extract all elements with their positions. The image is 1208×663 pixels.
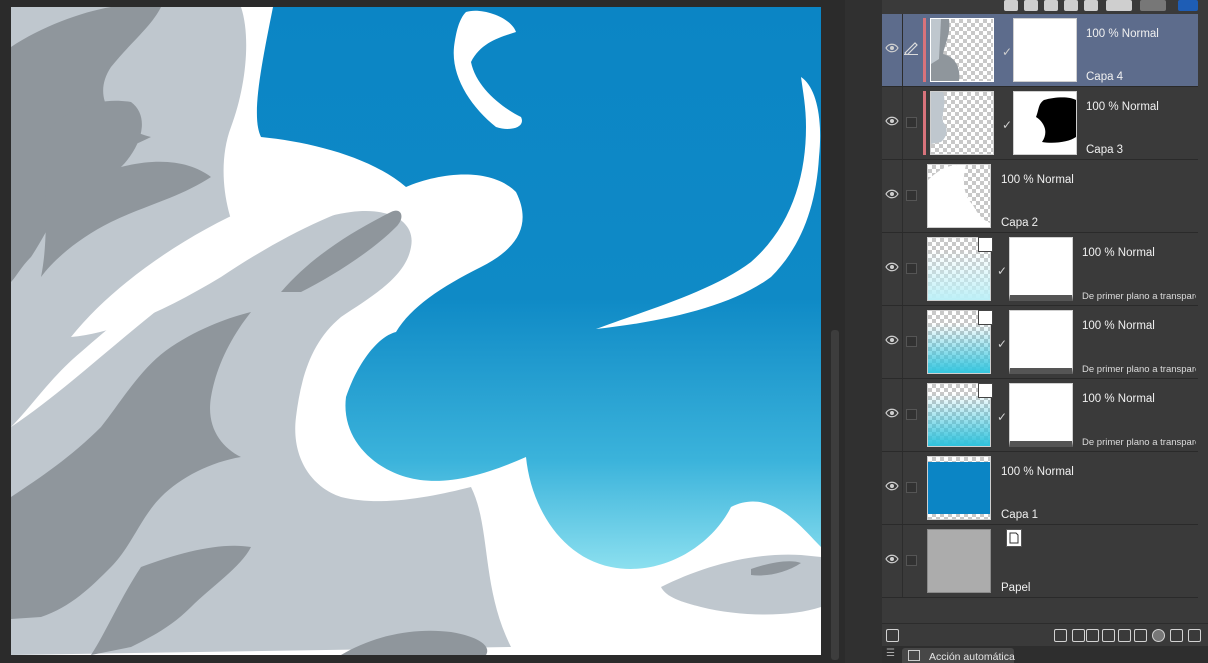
eye-icon[interactable] (885, 408, 899, 418)
layer-name: De primer plano a transparente (1082, 291, 1196, 302)
lock-transparency-icon[interactable] (1044, 0, 1058, 11)
new-vector-layer-icon[interactable] (1072, 629, 1085, 642)
layer-row-papel[interactable]: Papel (882, 525, 1198, 598)
layer-option-icon[interactable] (1004, 0, 1018, 11)
layer-thumbnail (927, 529, 991, 593)
layer-thumbnail (930, 18, 994, 82)
combine-layer-icon[interactable] (1134, 629, 1147, 642)
layer-name: Papel (1001, 582, 1031, 594)
layer-name: De primer plano a transparente (1082, 364, 1196, 375)
layer-lock-checkbox[interactable] (906, 555, 917, 566)
layer-row-capa2[interactable]: 100 % Normal Capa 2 (882, 160, 1198, 233)
gradient-layer-icon (978, 310, 993, 325)
layer-panel-toolbar (882, 0, 1208, 14)
new-folder-icon[interactable] (1102, 629, 1115, 642)
eye-icon[interactable] (885, 43, 899, 53)
layer-mask-thumbnail[interactable] (1009, 237, 1073, 301)
layer-blend-mode: 100 % Normal (1001, 174, 1074, 186)
reference-layer-icon[interactable] (1024, 0, 1038, 11)
layer-thumbnail (930, 91, 994, 155)
layer-row-capa1[interactable]: 100 % Normal Capa 1 (882, 452, 1198, 525)
eye-icon[interactable] (885, 262, 899, 272)
auto-action-icon (908, 650, 920, 661)
clipping-icon[interactable] (1084, 0, 1098, 11)
gradient-layer-icon (978, 383, 993, 398)
paper-layer-icon (1006, 529, 1022, 547)
new-layer-folder-icon[interactable] (1086, 629, 1099, 642)
layer-lock-checkbox[interactable] (906, 482, 917, 493)
panel-gutter (845, 0, 882, 663)
layer-blend-mode: 100 % Normal (1086, 101, 1159, 113)
layer-thumbnail (927, 164, 991, 228)
layer-name: Capa 3 (1086, 144, 1124, 156)
layer-name: Capa 2 (1001, 217, 1039, 229)
gradient-layer-icon (978, 237, 993, 252)
layer-blend-mode: 100 % Normal (1082, 320, 1155, 332)
trash-icon[interactable] (1188, 629, 1201, 642)
mask-link-icon: ✓ (997, 264, 1008, 278)
apply-mask-icon[interactable] (1170, 629, 1183, 642)
eye-icon[interactable] (885, 116, 899, 126)
layer-mask-icon[interactable] (1152, 629, 1165, 642)
layer-lock-checkbox[interactable] (906, 263, 917, 274)
layer-row-capa4[interactable]: ✓ 100 % Normal Capa 4 (882, 14, 1198, 87)
new-raster-layer-icon[interactable] (1054, 629, 1067, 642)
layer-blend-mode: 100 % Normal (1001, 466, 1074, 478)
auto-action-label: Acción automática (929, 651, 1015, 663)
mask-link-icon: ✓ (997, 410, 1008, 424)
layer-property-icon[interactable] (886, 629, 899, 642)
eye-icon[interactable] (885, 481, 899, 491)
layer-lock-checkbox[interactable] (906, 336, 917, 347)
lock-layer-icon[interactable] (1064, 0, 1078, 11)
layer-name: De primer plano a transparente (1082, 437, 1196, 448)
eye-icon[interactable] (885, 189, 899, 199)
scrollbar-thumb[interactable] (831, 330, 839, 660)
layer-mask-thumbnail[interactable] (1009, 310, 1073, 374)
layer-row-gradient-2[interactable]: ✓ 100 % Normal De primer plano a transpa… (882, 306, 1198, 379)
layer-name: Capa 1 (1001, 509, 1039, 521)
layer-blend-mode: 100 % Normal (1082, 393, 1155, 405)
layer-name: Capa 4 (1086, 71, 1124, 83)
layer-mask-thumbnail[interactable] (1013, 91, 1077, 155)
layer-row-gradient-3[interactable]: ✓ 100 % Normal De primer plano a transpa… (882, 379, 1198, 452)
layer-blend-mode: 100 % Normal (1086, 28, 1159, 40)
drawing-canvas[interactable] (11, 7, 821, 655)
layer-row-gradient-1[interactable]: ✓ 100 % Normal De primer plano a transpa… (882, 233, 1198, 306)
layer-blend-mode: 100 % Normal (1082, 247, 1155, 259)
layer-mask-thumbnail[interactable] (1013, 18, 1077, 82)
ruler-dropdown-icon[interactable] (1140, 0, 1166, 11)
menu-icon[interactable]: ☰ (886, 648, 895, 659)
layer-lock-checkbox[interactable] (906, 117, 917, 128)
eye-icon[interactable] (885, 335, 899, 345)
layer-mask-thumbnail[interactable] (1009, 383, 1073, 447)
layer-panel-bottom-toolbar (882, 623, 1208, 646)
pen-icon (904, 42, 918, 55)
layer-row-capa3[interactable]: ✓ 100 % Normal Capa 3 (882, 87, 1198, 160)
transfer-to-lower-icon[interactable] (1118, 629, 1131, 642)
color-layer-icon[interactable] (1178, 0, 1198, 11)
mask-dropdown-icon[interactable] (1106, 0, 1132, 11)
layer-lock-checkbox[interactable] (906, 409, 917, 420)
layer-thumbnail (927, 456, 991, 520)
eye-icon[interactable] (885, 554, 899, 564)
mask-link-icon: ✓ (997, 337, 1008, 351)
layer-lock-checkbox[interactable] (906, 190, 917, 201)
